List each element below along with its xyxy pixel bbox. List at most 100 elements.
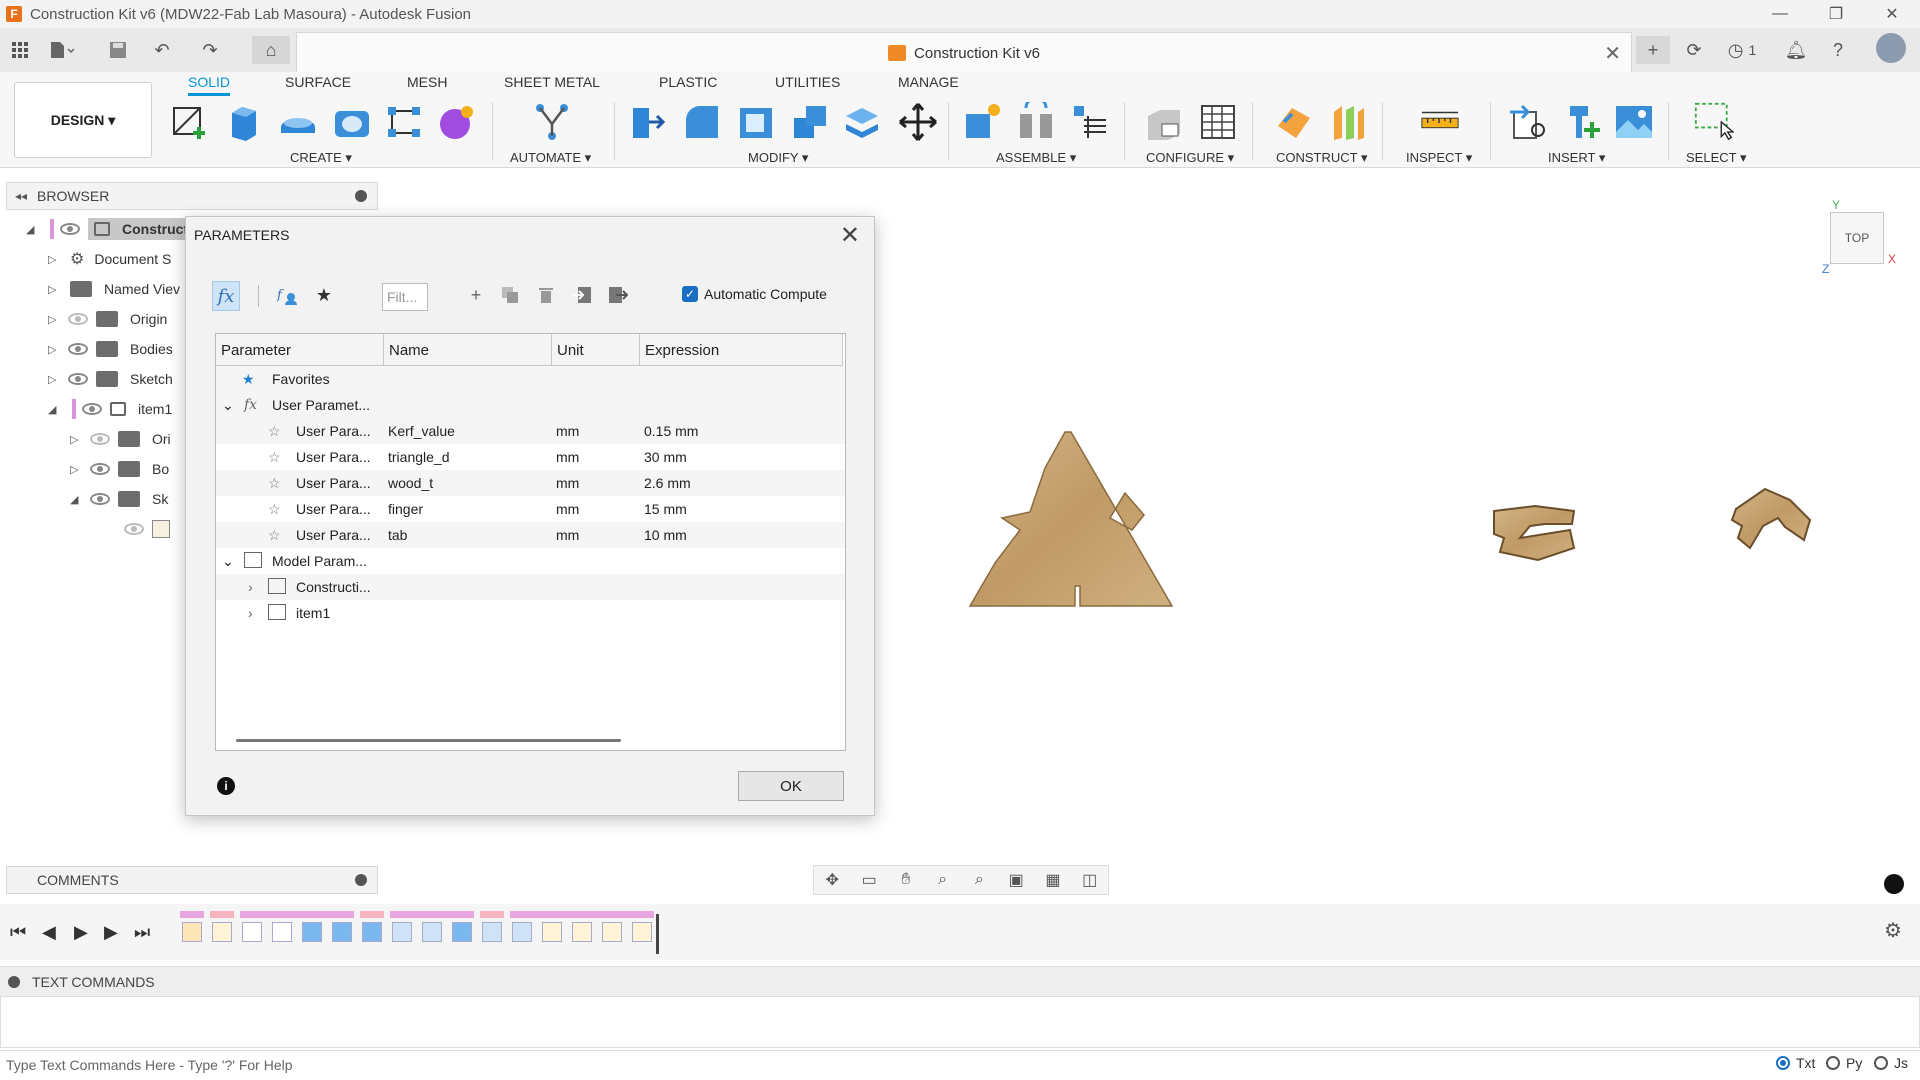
zoom-icon[interactable]: ⌕ [924,871,961,889]
visibility-eye-icon[interactable] [68,373,88,385]
minimize-button[interactable]: — [1752,0,1808,28]
expand-chevron-right-icon[interactable]: › [248,605,253,621]
combine-icon[interactable] [790,102,830,142]
text-commands-collapse-icon[interactable] [8,975,20,988]
zoom-window-icon[interactable]: ⌕ [961,871,998,889]
timeline-sketch-icon[interactable] [572,922,592,942]
favorites-filter-star-icon[interactable]: ★ [310,281,338,309]
connector-piece-right[interactable] [1730,487,1812,550]
text-command-input[interactable]: Type Text Commands Here - Type '?' For H… [0,1050,1920,1080]
table-row[interactable]: ☆ User Para... wood_t mm 2.6 mm [216,470,845,496]
connector-piece-left[interactable] [1493,504,1576,562]
document-tab[interactable]: Construction Kit v6 ✕ [296,32,1632,72]
timeline-previous-icon[interactable]: ◀ [42,922,56,943]
param-expression-cell[interactable]: 15 mm [644,501,687,517]
close-window-button[interactable]: ✕ [1864,0,1920,28]
move-icon[interactable] [898,102,938,142]
notifications-icon[interactable]: 🔔︎ [1782,36,1810,64]
timeline-extrude-icon[interactable] [452,922,472,942]
undo-icon[interactable]: ↶ [148,36,176,64]
timeline-component-icon[interactable] [182,922,202,942]
panel-minimize-icon[interactable] [355,190,367,202]
expanded-triangle-icon[interactable]: ◢ [70,493,84,506]
browser-item-bodies[interactable]: ▷ Bodies [48,336,173,362]
automate-icon[interactable] [532,102,572,142]
param-name-cell[interactable]: Kerf_value [388,423,455,439]
form-icon[interactable] [436,102,476,142]
tree-row-item1[interactable]: › item1 [216,600,845,626]
new-component-icon[interactable] [962,102,1002,142]
add-comment-icon[interactable] [355,874,367,886]
expand-chevron-icon[interactable]: ⌄ [222,553,234,570]
orbit-icon[interactable]: ✥ [814,870,851,890]
collapsed-triangle-icon[interactable]: ▷ [48,283,62,296]
param-unit-cell[interactable]: mm [556,423,579,439]
construct-menu[interactable]: CONSTRUCT ▾ [1276,150,1368,166]
viewports-icon[interactable]: ◫ [1071,870,1108,890]
bill-of-materials-icon[interactable] [1070,102,1110,142]
parameters-fx-icon[interactable]: fx [212,281,240,311]
timeline-extrude-icon[interactable] [362,922,382,942]
comments-panel-header[interactable]: COMMENTS [6,866,378,894]
pan-icon[interactable]: ✋︎ [888,871,925,889]
help-icon[interactable]: ? [1824,36,1852,64]
param-expression-cell[interactable]: 10 mm [644,527,687,543]
hidden-eye-icon[interactable] [124,523,144,535]
expand-chevron-right-icon[interactable]: › [248,579,253,595]
tab-plastic[interactable]: PLASTIC [659,74,717,96]
browser-item-document-settings[interactable]: ▷ ⚙ Document S [48,246,171,272]
measure-icon[interactable] [1420,102,1460,142]
param-unit-cell[interactable]: mm [556,449,579,465]
radio-icon[interactable] [1874,1056,1888,1070]
save-icon[interactable] [104,36,132,64]
fillet-icon[interactable] [682,102,722,142]
offset-face-icon[interactable] [842,102,882,142]
tab-mesh[interactable]: MESH [407,74,447,96]
delete-parameter-icon[interactable] [534,281,558,309]
grid-settings-icon[interactable]: ▦ [1035,870,1072,890]
timeline-sketch-icon[interactable] [212,922,232,942]
column-header-unit[interactable]: Unit [552,334,640,366]
timeline-sketch-icon[interactable] [602,922,622,942]
browser-item-sketch[interactable] [118,516,170,542]
timeline-play-icon[interactable]: ▶ [74,922,88,943]
add-parameter-icon[interactable]: + [464,281,488,309]
ok-button[interactable]: OK [738,771,844,801]
model-parameters-group-row[interactable]: ⌄ Model Param... [216,548,845,574]
param-unit-cell[interactable]: mm [556,501,579,517]
joint-icon[interactable] [1016,102,1056,142]
mode-txt-radio[interactable]: Txt [1776,1055,1815,1071]
workspace-switcher[interactable]: DESIGN ▾ [14,82,152,158]
param-expression-cell[interactable]: 30 mm [644,449,687,465]
horizontal-scrollbar[interactable] [236,739,621,742]
insert-derive-icon[interactable] [1508,102,1548,142]
app-grid-icon[interactable] [6,36,34,64]
inspect-menu[interactable]: INSPECT ▾ [1406,150,1472,166]
copy-parameter-icon[interactable] [498,281,522,309]
home-icon[interactable]: ⌂ [252,36,290,64]
insert-mcmaster-icon[interactable] [1562,102,1602,142]
browser-item-origin[interactable]: ▷ Origin [48,306,167,332]
timeline-first-icon[interactable]: ⏮︎ [10,922,26,943]
hidden-eye-icon[interactable] [68,313,88,325]
redo-icon[interactable]: ↷ [196,36,224,64]
favorite-toggle-star-icon[interactable]: ☆ [268,449,281,466]
param-unit-cell[interactable]: mm [556,527,579,543]
visibility-eye-icon[interactable] [90,493,110,505]
collapsed-triangle-icon[interactable]: ▷ [70,433,84,446]
browser-item-item1[interactable]: ◢ item1 [48,396,172,422]
expand-chevron-icon[interactable]: ⌄ [222,397,234,414]
visibility-eye-icon[interactable] [90,463,110,475]
extrude-icon[interactable] [224,102,264,142]
favorite-toggle-star-icon[interactable]: ☆ [268,501,281,518]
configuration-table-icon[interactable] [1198,102,1238,142]
expanded-triangle-icon[interactable]: ◢ [48,403,62,416]
tab-manage[interactable]: MANAGE [898,74,959,96]
favorite-toggle-star-icon[interactable]: ☆ [268,475,281,492]
user-parameter-filter-icon[interactable]: f [274,281,302,309]
timeline-sketch-icon[interactable] [632,922,652,942]
assemble-menu[interactable]: ASSEMBLE ▾ [996,150,1076,166]
pattern-icon[interactable] [384,102,424,142]
offset-plane-icon[interactable] [1274,102,1314,142]
collapsed-triangle-icon[interactable]: ▷ [70,463,84,476]
